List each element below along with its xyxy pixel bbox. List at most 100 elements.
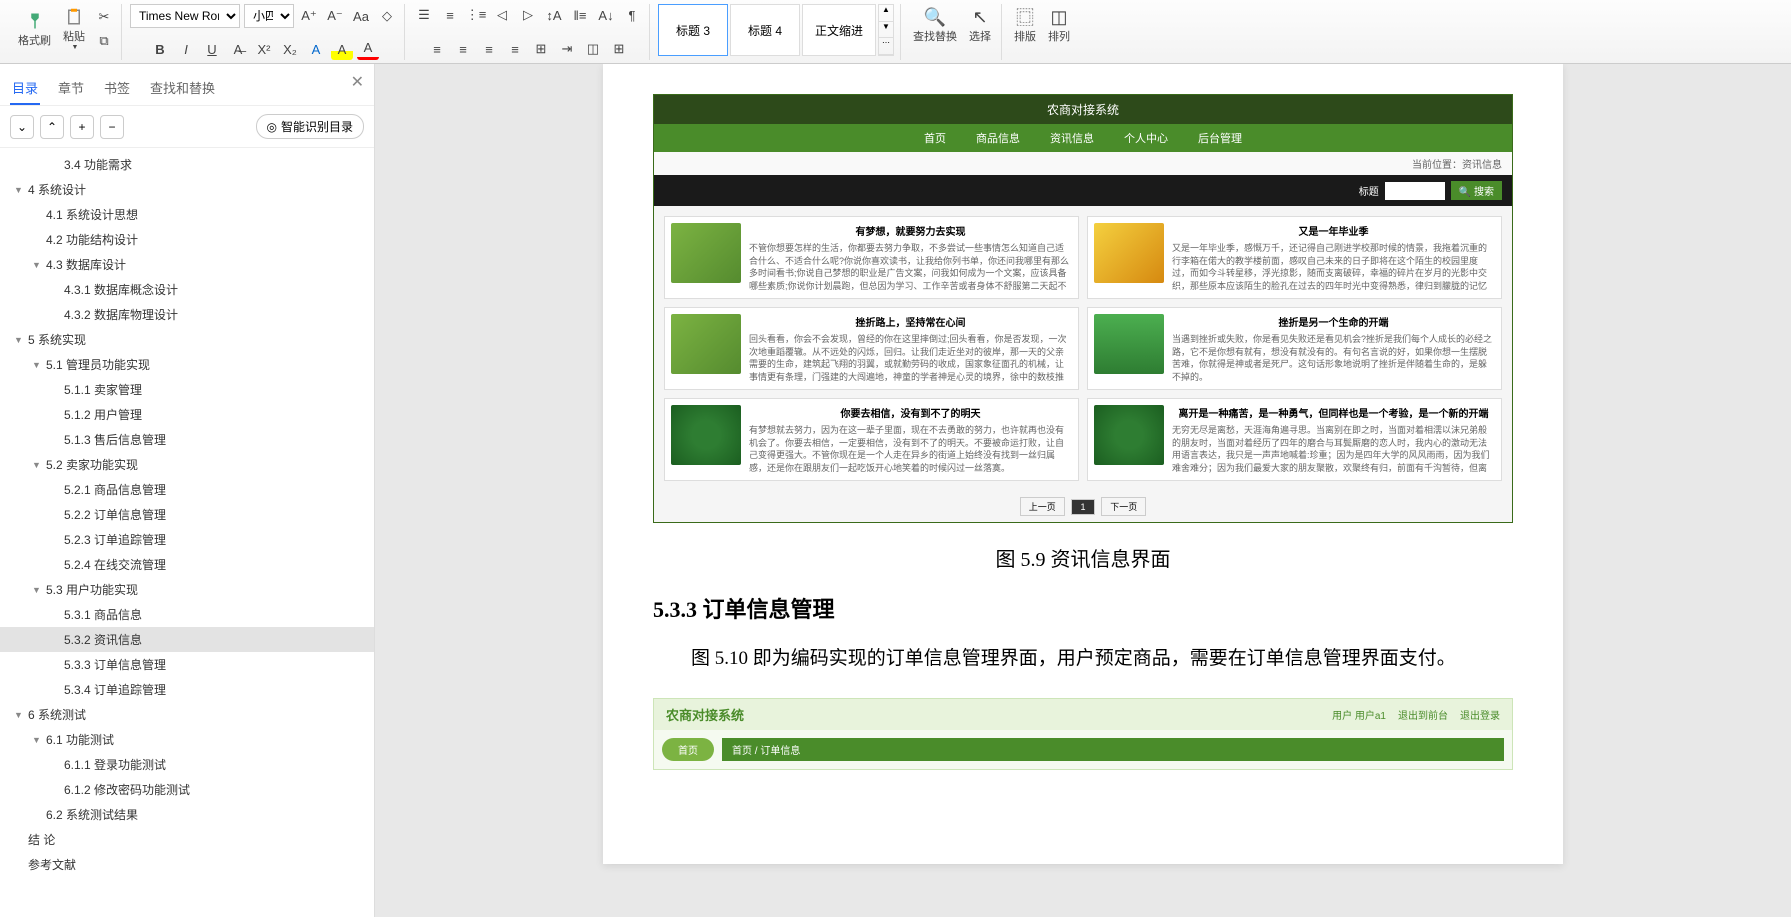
news-card[interactable]: 你要去相信，没有到不了的明天有梦想就去努力，因为在这一辈子里面，现在不去勇敢的努… — [664, 398, 1079, 481]
toc-item[interactable]: 5.2.3 订单追踪管理 — [0, 527, 374, 552]
toc-item[interactable]: 3.4 功能需求 — [0, 152, 374, 177]
superscript-button[interactable]: X² — [253, 38, 275, 60]
sort-icon[interactable]: A↓ — [595, 4, 617, 26]
cut-icon[interactable]: ✂ — [93, 6, 115, 28]
tab-toc[interactable]: 目录 — [10, 72, 40, 105]
expand-down-icon[interactable]: ⌄ — [10, 115, 34, 139]
subscript-button[interactable]: X₂ — [279, 38, 301, 60]
toc-item[interactable]: 5.3.2 资讯信息 — [0, 627, 374, 652]
multilevel-list-icon[interactable]: ⋮≡ — [465, 4, 487, 26]
toc-item[interactable]: 6.2 系统测试结果 — [0, 802, 374, 827]
arrange-button[interactable]: ◫ 排列 — [1044, 4, 1074, 46]
decrease-indent-icon[interactable]: ◁ — [491, 4, 513, 26]
toc-item[interactable]: ▼5.2 卖家功能实现 — [0, 452, 374, 477]
smart-toc-button[interactable]: ◎ 智能识别目录 — [256, 114, 365, 139]
toc-item[interactable]: 5.3.1 商品信息 — [0, 602, 374, 627]
layout-button[interactable]: ⿴ 排版 — [1010, 4, 1040, 46]
news-card[interactable]: 又是一年毕业季又是一年毕业季，感慨万千，还记得自己刚进学校那时候的情景，我拖着沉… — [1087, 216, 1502, 299]
format-painter-button[interactable]: 格式刷 — [14, 8, 55, 50]
decrease-font-icon[interactable]: A⁻ — [324, 5, 346, 27]
header-link[interactable]: 用户 用户a1 — [1332, 707, 1386, 722]
toc-item[interactable]: 5.1.1 卖家管理 — [0, 377, 374, 402]
align-center-icon[interactable]: ≡ — [452, 38, 474, 60]
style-heading4[interactable]: 标题 4 — [730, 4, 800, 56]
nav-item[interactable]: 首页 — [924, 130, 946, 146]
toc-item[interactable]: 6.1.2 修改密码功能测试 — [0, 777, 374, 802]
toc-item[interactable]: ▼6.1 功能测试 — [0, 727, 374, 752]
toc-item[interactable]: 4.2 功能结构设计 — [0, 227, 374, 252]
toc-item[interactable]: 5.1.2 用户管理 — [0, 402, 374, 427]
style-body-indent[interactable]: 正文缩进 — [802, 4, 876, 56]
show-marks-icon[interactable]: ¶ — [621, 4, 643, 26]
font-size-select[interactable]: 小四 — [244, 4, 294, 28]
toc-item[interactable]: ▼5.3 用户功能实现 — [0, 577, 374, 602]
align-left-icon[interactable]: ≡ — [426, 38, 448, 60]
news-card[interactable]: 有梦想，就要努力去实现不管你想要怎样的生活，你都要去努力争取，不多尝试一些事情怎… — [664, 216, 1079, 299]
toc-item[interactable]: 5.2.4 在线交流管理 — [0, 552, 374, 577]
tabs-icon[interactable]: ⇥ — [556, 38, 578, 60]
prev-page[interactable]: 上一页 — [1020, 497, 1065, 516]
justify-icon[interactable]: ≡ — [504, 38, 526, 60]
news-card[interactable]: 挫折是另一个生命的开端当遇到挫折或失败，你是看见失败还是看见机会?挫折是我们每个… — [1087, 307, 1502, 390]
add-icon[interactable]: + — [70, 115, 94, 139]
underline-button[interactable]: U — [201, 38, 223, 60]
align-right-icon[interactable]: ≡ — [478, 38, 500, 60]
tab-chapters[interactable]: 章节 — [56, 72, 86, 105]
select-button[interactable]: ↖ 选择 — [965, 4, 995, 46]
toc-item[interactable]: 4.1 系统设计思想 — [0, 202, 374, 227]
news-card[interactable]: 离开是一种痛苦，是一种勇气，但同样也是一个考验，是一个新的开端无穷无尽是离愁，天… — [1087, 398, 1502, 481]
nav-item[interactable]: 资讯信息 — [1050, 130, 1094, 146]
find-replace-button[interactable]: 🔍 查找替换 — [909, 4, 961, 46]
clear-format-icon[interactable]: ◇ — [376, 5, 398, 27]
close-icon[interactable]: ✕ — [351, 72, 364, 92]
toc-item[interactable]: 5.1.3 售后信息管理 — [0, 427, 374, 452]
style-heading3[interactable]: 标题 3 — [658, 4, 728, 56]
number-list-icon[interactable]: ≡ — [439, 4, 461, 26]
toc-item[interactable]: 结 论 — [0, 827, 374, 852]
toc-item[interactable]: 6.1.1 登录功能测试 — [0, 752, 374, 777]
increase-indent-icon[interactable]: ▷ — [517, 4, 539, 26]
toc-item[interactable]: 参考文献 — [0, 852, 374, 877]
highlight-button[interactable]: A — [331, 38, 353, 60]
nav-item[interactable]: 后台管理 — [1198, 130, 1242, 146]
search-input[interactable] — [1385, 182, 1445, 200]
style-gallery-nav[interactable]: ▲▼⋯ — [878, 4, 894, 56]
toc-item[interactable]: 5.3.4 订单追踪管理 — [0, 677, 374, 702]
current-page[interactable]: 1 — [1071, 499, 1094, 515]
toc-item[interactable]: 4.3.2 数据库物理设计 — [0, 302, 374, 327]
toc-item[interactable]: ▼6 系统测试 — [0, 702, 374, 727]
search-button[interactable]: 🔍 搜索 — [1451, 181, 1502, 200]
paste-button[interactable]: 粘贴 ▼ — [59, 4, 89, 53]
shading-icon[interactable]: ◫ — [582, 38, 604, 60]
toc-item[interactable]: ▼5 系统实现 — [0, 327, 374, 352]
toc-item[interactable]: 5.2.1 商品信息管理 — [0, 477, 374, 502]
font-family-select[interactable]: Times New Roma — [130, 4, 240, 28]
bullet-list-icon[interactable]: ☰ — [413, 4, 435, 26]
toc-item[interactable]: 4.3.1 数据库概念设计 — [0, 277, 374, 302]
change-case-icon[interactable]: Aa — [350, 5, 372, 27]
toc-item[interactable]: ▼5.1 管理员功能实现 — [0, 352, 374, 377]
news-card[interactable]: 挫折路上，坚持常在心间回头看看，你会不会发现，曾经的你在这里摔倒过;回头看看，你… — [664, 307, 1079, 390]
nav-item[interactable]: 商品信息 — [976, 130, 1020, 146]
next-page[interactable]: 下一页 — [1101, 497, 1146, 516]
remove-icon[interactable]: − — [100, 115, 124, 139]
document-area[interactable]: 农商对接系统 首页商品信息资讯信息个人中心后台管理 当前位置：资讯信息 标题 🔍… — [375, 64, 1791, 917]
toc-item[interactable]: ▼4.3 数据库设计 — [0, 252, 374, 277]
tab-find[interactable]: 查找和替换 — [148, 72, 217, 105]
strikethrough-button[interactable]: A̶ — [227, 38, 249, 60]
toc-item[interactable]: 5.3.3 订单信息管理 — [0, 652, 374, 677]
bold-button[interactable]: B — [149, 38, 171, 60]
borders-icon[interactable]: ⊞ — [608, 38, 630, 60]
distribute-icon[interactable]: ⊞ — [530, 38, 552, 60]
text-direction-icon[interactable]: ↕A — [543, 4, 565, 26]
header-link[interactable]: 退出到前台 — [1398, 707, 1448, 722]
font-color-button[interactable]: A — [357, 38, 379, 60]
toc-item[interactable]: 5.2.2 订单信息管理 — [0, 502, 374, 527]
increase-font-icon[interactable]: A⁺ — [298, 5, 320, 27]
collapse-up-icon[interactable]: ⌃ — [40, 115, 64, 139]
tab-bookmarks[interactable]: 书签 — [102, 72, 132, 105]
copy-icon[interactable]: ⧉ — [93, 30, 115, 52]
line-spacing-icon[interactable]: ‖≡ — [569, 4, 591, 26]
nav-item[interactable]: 个人中心 — [1124, 130, 1168, 146]
home-button[interactable]: 首页 — [662, 738, 714, 761]
